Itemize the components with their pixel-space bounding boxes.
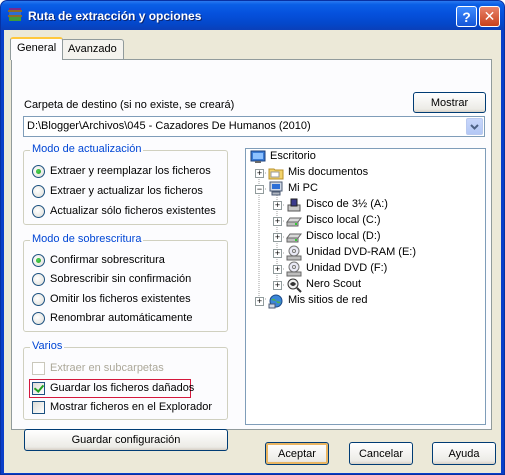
- radio-label: Confirmar sobrescritura: [50, 254, 165, 266]
- radio-auto-rename[interactable]: [32, 312, 45, 325]
- dropdown-button[interactable]: [466, 118, 483, 135]
- misc-title: Varios: [30, 340, 65, 352]
- radio-extract-replace[interactable]: [32, 165, 45, 178]
- help-button[interactable]: Ayuda: [432, 442, 496, 465]
- expand-icon[interactable]: +: [273, 281, 282, 290]
- radio-label: Extraer y actualizar los ficheros: [50, 185, 203, 197]
- update-mode-title: Modo de actualización: [30, 143, 144, 155]
- tab-general[interactable]: General: [10, 37, 64, 60]
- general-tab-panel: Carpeta de destino (si no existe, se cre…: [11, 59, 492, 451]
- radio-label: Extraer y reemplazar los ficheros: [50, 165, 211, 177]
- question-icon: ?: [462, 8, 471, 25]
- hard-drive-icon: [286, 217, 302, 227]
- radio-confirm-overwrite[interactable]: [32, 254, 45, 267]
- destination-path-combo[interactable]: D:\Blogger\Archivos\045 - Cazadores De H…: [23, 116, 485, 137]
- tab-label: General: [17, 42, 57, 54]
- expand-icon[interactable]: +: [273, 217, 282, 226]
- expand-icon[interactable]: +: [273, 265, 282, 274]
- update-mode-group: Modo de actualización Extraer y reemplaz…: [23, 143, 228, 225]
- tree-node-nero-scout[interactable]: + Nero Scout: [246, 277, 485, 293]
- expand-icon[interactable]: +: [255, 169, 264, 178]
- tree-node-disk-c[interactable]: + Disco local (C:): [246, 213, 485, 229]
- radio-update-existing[interactable]: [32, 205, 45, 218]
- help-title-button[interactable]: ?: [456, 6, 477, 27]
- folder-tree[interactable]: Escritorio + Mis documentos − Mi PC + Di…: [245, 148, 486, 425]
- show-button-label: Mostrar: [430, 96, 469, 109]
- accept-button[interactable]: Aceptar: [265, 442, 329, 465]
- overwrite-mode-group: Modo de sobrescritura Confirmar sobrescr…: [23, 233, 228, 332]
- winrar-icon: [8, 8, 22, 21]
- checkbox-keep-broken-files[interactable]: [32, 382, 45, 395]
- expand-icon[interactable]: +: [273, 249, 282, 258]
- tree-node-mi-pc[interactable]: − Mi PC: [246, 181, 485, 197]
- network-icon: [268, 294, 283, 309]
- expand-icon[interactable]: +: [255, 297, 264, 306]
- misc-group: Varios Extraer en subcarpetas Guardar lo…: [23, 340, 228, 420]
- dialog-client: Avanzado General Carpeta de destino (si …: [4, 30, 501, 473]
- tree-node-label: Disco local (D:): [306, 230, 381, 242]
- tab-label: Avanzado: [68, 43, 117, 55]
- tree-node-mis-documentos[interactable]: + Mis documentos: [246, 165, 485, 181]
- tree-node-label: Mis sitios de red: [288, 294, 368, 306]
- dvd-drive-icon: [286, 261, 302, 277]
- cancel-button[interactable]: Cancelar: [349, 442, 413, 465]
- radio-extract-update[interactable]: [32, 185, 45, 198]
- tree-node-mis-sitios-de-red[interactable]: + Mis sitios de red: [246, 293, 485, 309]
- checkbox-label: Guardar los ficheros dañados: [50, 382, 195, 394]
- radio-overwrite-silent[interactable]: [32, 273, 45, 286]
- window-title: Ruta de extracción y opciones: [28, 9, 202, 23]
- tree-node-label: Disco de 3½ (A:): [306, 198, 388, 210]
- tree-node-floppy[interactable]: + Disco de 3½ (A:): [246, 197, 485, 213]
- tree-node-label: Unidad DVD (F:): [306, 262, 388, 274]
- tree-node-label: Mi PC: [288, 182, 318, 194]
- destination-label: Carpeta de destino (si no existe, se cre…: [24, 99, 235, 111]
- tree-node-label: Escritorio: [270, 150, 316, 162]
- help-label: Ayuda: [448, 447, 480, 460]
- close-button[interactable]: ✕: [479, 6, 500, 27]
- checkbox-show-in-explorer[interactable]: [32, 401, 45, 414]
- cancel-label: Cancelar: [358, 447, 404, 460]
- save-settings-button[interactable]: Guardar configuración: [24, 429, 228, 451]
- computer-icon: [269, 181, 283, 196]
- floppy-icon: [287, 198, 301, 212]
- radio-label: Omitir los ficheros existentes: [50, 293, 191, 305]
- title-bar[interactable]: Ruta de extracción y opciones ? ✕: [1, 1, 504, 30]
- tree-node-escritorio[interactable]: Escritorio: [246, 149, 485, 165]
- expand-icon[interactable]: +: [273, 201, 282, 210]
- radio-label: Sobrescribir sin confirmación: [50, 273, 192, 285]
- chevron-down-icon: [470, 124, 479, 130]
- dialog-window: Ruta de extracción y opciones ? ✕ Avanza…: [0, 0, 505, 475]
- checkbox-label: Extraer en subcarpetas: [50, 362, 164, 374]
- tree-node-label: Mis documentos: [288, 166, 369, 178]
- collapse-icon[interactable]: −: [255, 185, 264, 194]
- show-button[interactable]: Mostrar: [413, 92, 486, 113]
- hard-drive-icon: [286, 233, 302, 243]
- accept-label: Aceptar: [278, 447, 316, 460]
- tree-node-dvd-f[interactable]: + Unidad DVD (F:): [246, 261, 485, 277]
- radio-label: Actualizar sólo ficheros existentes: [50, 205, 216, 217]
- tree-node-dvd-ram-e[interactable]: + Unidad DVD-RAM (E:): [246, 245, 485, 261]
- desktop-icon: [250, 150, 266, 163]
- folder-icon: [268, 168, 284, 180]
- nero-scout-icon: [287, 278, 302, 293]
- checkbox-label: Mostrar ficheros en el Explorador: [50, 401, 213, 413]
- tree-node-disk-d[interactable]: + Disco local (D:): [246, 229, 485, 245]
- expand-icon[interactable]: +: [273, 233, 282, 242]
- radio-label: Renombrar automáticamente: [50, 312, 193, 324]
- tree-node-label: Unidad DVD-RAM (E:): [306, 246, 417, 258]
- tree-node-label: Disco local (C:): [306, 214, 381, 226]
- overwrite-mode-title: Modo de sobrescritura: [30, 233, 144, 245]
- save-settings-label: Guardar configuración: [71, 434, 181, 446]
- checkbox-extract-subfolders[interactable]: [32, 362, 45, 375]
- close-icon: ✕: [483, 8, 496, 24]
- destination-path-value: D:\Blogger\Archivos\045 - Cazadores De H…: [27, 120, 311, 132]
- dvd-drive-icon: [286, 245, 302, 261]
- tree-node-label: Nero Scout: [306, 278, 362, 290]
- radio-skip-existing[interactable]: [32, 293, 45, 306]
- tab-avanzado[interactable]: Avanzado: [61, 39, 124, 59]
